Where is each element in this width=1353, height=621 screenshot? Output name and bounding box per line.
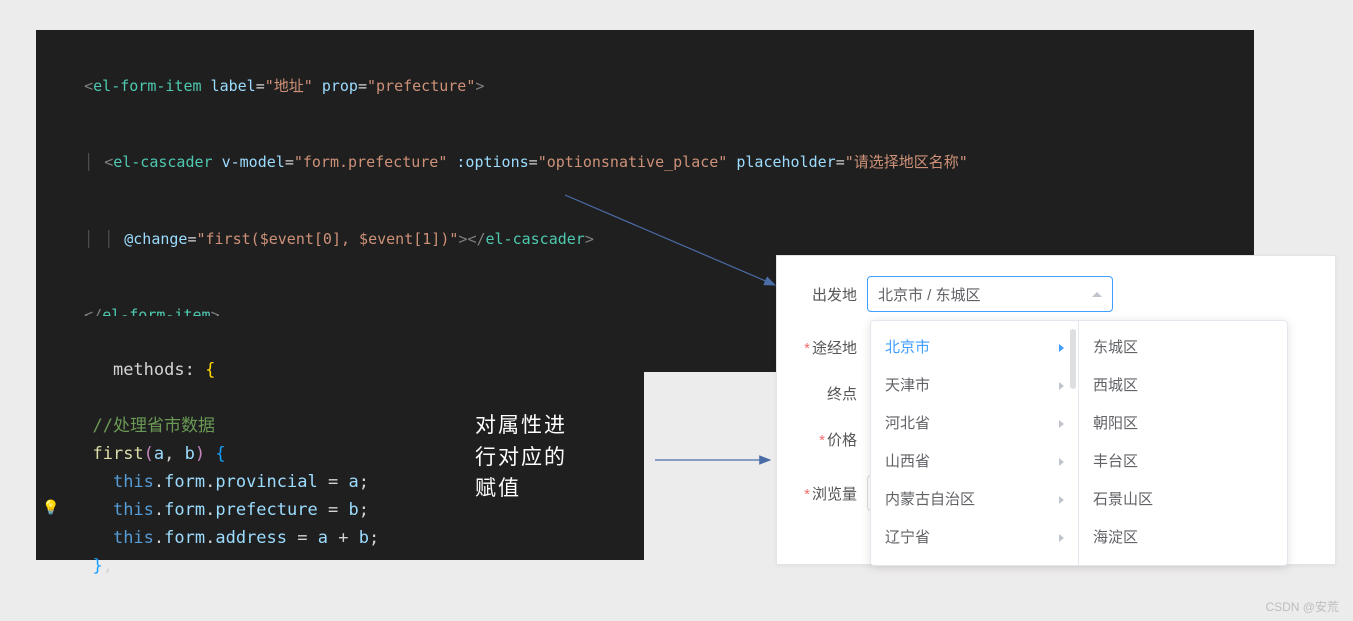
arrow-bl-to-form	[650, 450, 780, 470]
district-column: 东城区 西城区 朝阳区 丰台区 石景山区 海淀区	[1079, 321, 1287, 565]
label-depart: 出发地	[795, 284, 857, 305]
form-row-depart: 出发地 北京市 / 东城区	[795, 276, 1317, 312]
cascader-dropdown: 北京市 天津市 河北省 山西省 内蒙古自治区 辽宁省 东城区 西城区 朝阳区 丰…	[870, 320, 1288, 566]
province-item[interactable]: 河北省	[871, 405, 1078, 443]
district-item[interactable]: 丰台区	[1079, 443, 1287, 481]
province-item[interactable]: 天津市	[871, 367, 1078, 405]
district-item[interactable]: 海淀区	[1079, 519, 1287, 557]
province-item[interactable]: 辽宁省	[871, 519, 1078, 557]
chevron-right-icon	[1059, 534, 1064, 542]
province-column: 北京市 天津市 河北省 山西省 内蒙古自治区 辽宁省	[871, 321, 1079, 565]
district-item[interactable]: 东城区	[1079, 329, 1287, 367]
chevron-right-icon	[1059, 420, 1064, 428]
lightbulb-icon[interactable]: 💡	[42, 497, 59, 520]
district-item[interactable]: 朝阳区	[1079, 405, 1287, 443]
watermark: CSDN @安荒	[1265, 598, 1339, 615]
label-end: 终点	[795, 383, 857, 404]
label-views: 浏览量	[812, 486, 857, 503]
chevron-right-icon	[1059, 458, 1064, 466]
province-item[interactable]: 山西省	[871, 443, 1078, 481]
district-item[interactable]: 石景山区	[1079, 481, 1287, 519]
chevron-right-icon	[1059, 344, 1064, 352]
province-item[interactable]: 内蒙古自治区	[871, 481, 1078, 519]
province-item[interactable]: 北京市	[871, 329, 1078, 367]
scrollbar[interactable]	[1070, 329, 1076, 389]
district-item[interactable]: 西城区	[1079, 367, 1287, 405]
chevron-right-icon	[1059, 382, 1064, 390]
chevron-up-icon	[1092, 292, 1102, 297]
cascader-input[interactable]: 北京市 / 东城区	[867, 276, 1113, 312]
annotation-text: 对属性进 行对应的 赋值	[475, 410, 567, 505]
label-via: 途经地	[812, 340, 857, 357]
label-price: 价格	[827, 432, 857, 449]
chevron-right-icon	[1059, 496, 1064, 504]
